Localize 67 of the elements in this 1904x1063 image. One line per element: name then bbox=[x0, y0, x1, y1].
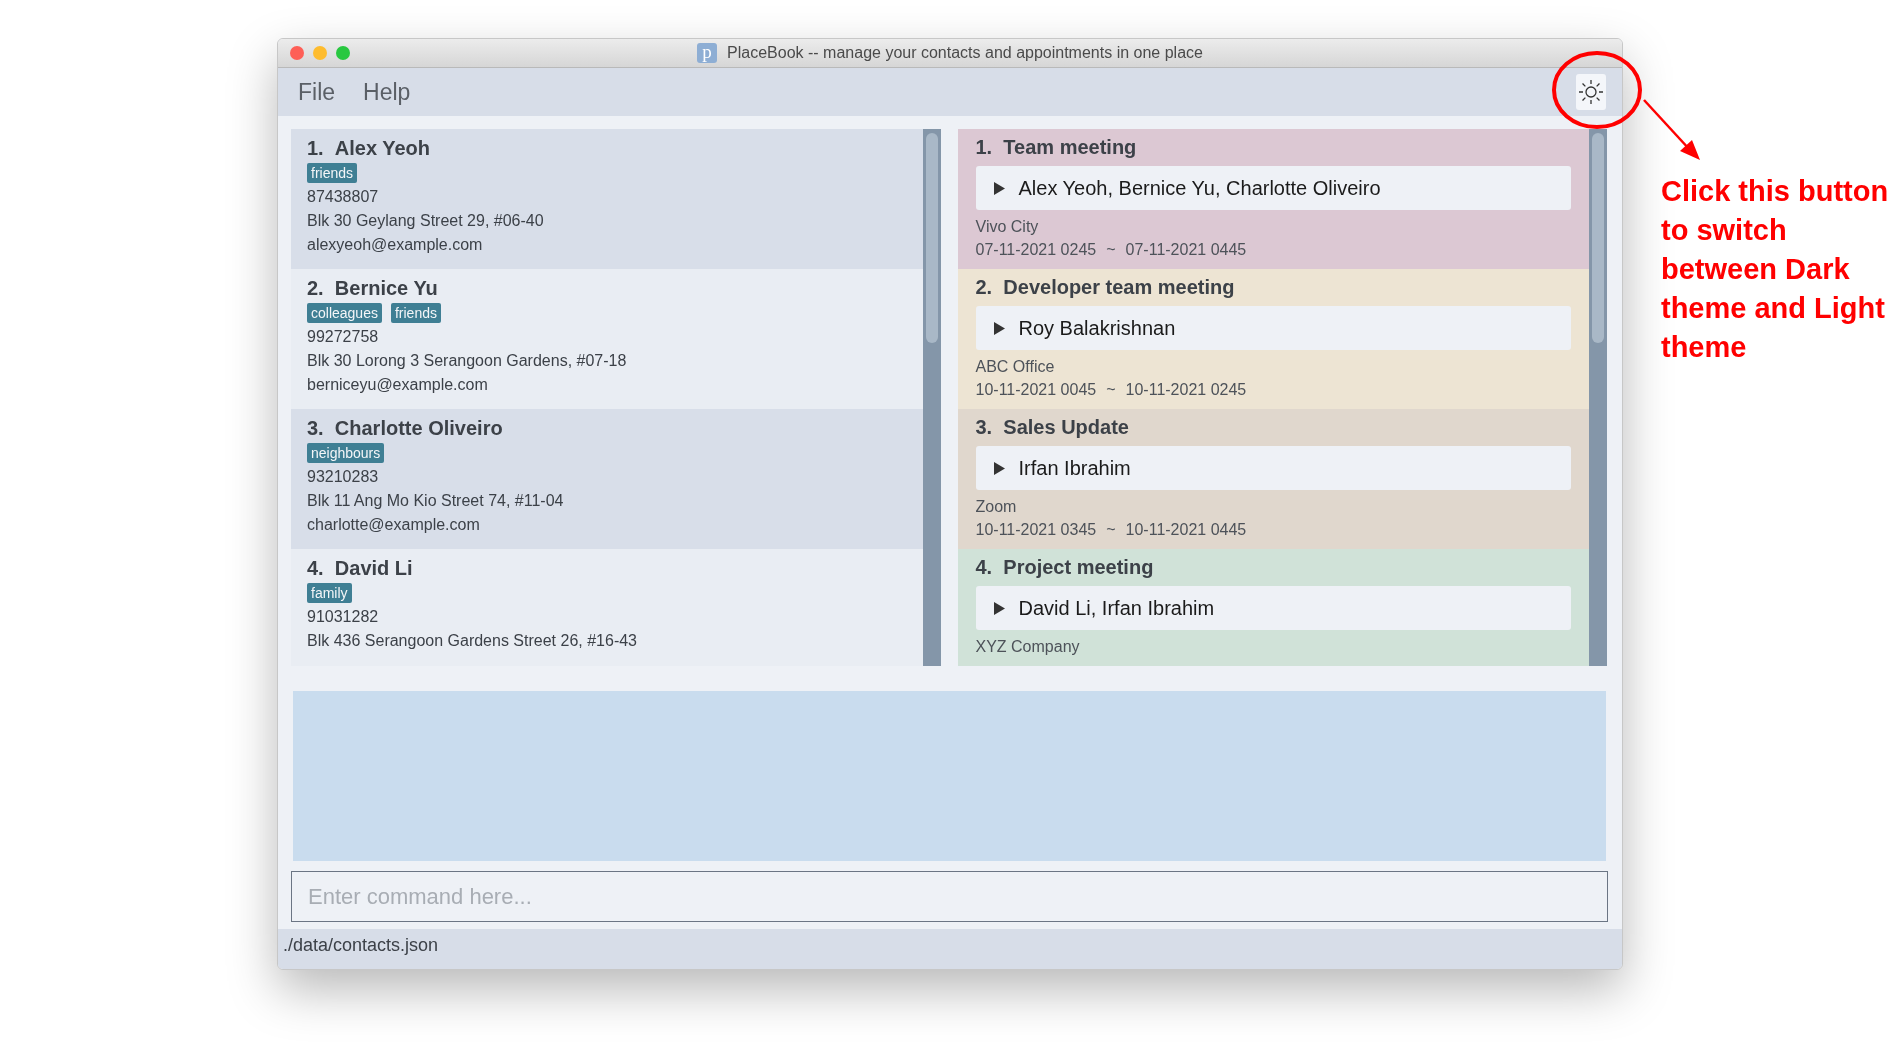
minimize-icon[interactable] bbox=[313, 46, 327, 60]
tag: neighbours bbox=[307, 443, 385, 463]
contact-name: 1. Alex Yeoh bbox=[307, 137, 431, 160]
contact-card[interactable]: 3. Charlotte Oliveiro neighbours 93210283 Blk 11 Ang Mo Kio Street 74, #11-04 charlotte@example.com bbox=[291, 409, 923, 549]
close-icon[interactable] bbox=[290, 46, 304, 60]
contact-card[interactable]: 4. David Li family 91031282 Blk 436 Serangoon Gardens Street 26, #16-43 bbox=[291, 549, 923, 666]
scrollbar[interactable] bbox=[1589, 129, 1607, 666]
participants-toggle[interactable]: David Li, Irfan Ibrahim bbox=[975, 586, 1571, 630]
caret-icon bbox=[993, 601, 1005, 615]
caret-icon bbox=[993, 321, 1005, 335]
maximize-icon[interactable] bbox=[336, 46, 350, 60]
end-time: 07-11-2021 0445 bbox=[1125, 240, 1247, 260]
menu-item[interactable]: File bbox=[298, 78, 336, 106]
tag: friends bbox=[390, 303, 441, 323]
appointment-title: 4. Project meeting bbox=[975, 556, 1154, 579]
contact-phone: 87438807 bbox=[307, 187, 379, 207]
participants-toggle[interactable]: Irfan Ibrahim bbox=[975, 446, 1571, 490]
end-time: 10-11-2021 0245 bbox=[1125, 380, 1247, 400]
participants-toggle[interactable]: Alex Yeoh, Bernice Yu, Charlotte Oliveiro bbox=[975, 166, 1571, 210]
app-icon: p bbox=[697, 43, 718, 63]
contact-address: Blk 30 Lorong 3 Serangoon Gardens, #07-18 bbox=[307, 351, 627, 371]
appointment-card[interactable]: 4. Project meeting David Li, Irfan Ibrahim XYZ Company bbox=[957, 549, 1589, 666]
contact-name: 2. Bernice Yu bbox=[307, 277, 438, 300]
appointment-location: Zoom bbox=[975, 497, 1017, 517]
sun-icon bbox=[1578, 79, 1604, 105]
appointment-title: 3. Sales Update bbox=[975, 416, 1129, 439]
contact-phone: 99272758 bbox=[307, 327, 379, 347]
contact-card[interactable]: 1. Alex Yeoh friends 87438807 Blk 30 Geylang Street 29, #06-40 alexyeoh@example.com bbox=[291, 129, 923, 269]
appointment-location: ABC Office bbox=[975, 357, 1055, 377]
contact-phone: 93210283 bbox=[307, 467, 379, 487]
appointment-card[interactable]: 1. Team meeting Alex Yeoh, Bernice Yu, Charlotte Oliveiro Vivo City 07-11-2021 0245 ~ 07-11-2021 0445 bbox=[957, 129, 1589, 269]
start-time: 10-11-2021 0345 bbox=[975, 520, 1097, 540]
contact-address: Blk 436 Serangoon Gardens Street 26, #16-43 bbox=[307, 631, 637, 651]
separator: ~ bbox=[1106, 240, 1116, 260]
contact-card[interactable]: 2. Bernice Yu colleagues friends 99272758 Blk 30 Lorong 3 Serangoon Gardens, #07-18 berniceyu@example.com bbox=[291, 269, 923, 409]
arrow bbox=[1643, 99, 1700, 160]
status-bar: ./data/contacts.json bbox=[278, 929, 1622, 969]
tag: friends bbox=[307, 163, 358, 183]
participants-toggle[interactable]: Roy Balakrishnan bbox=[975, 306, 1571, 350]
caret-icon bbox=[993, 461, 1005, 475]
start-time: 10-11-2021 0045 bbox=[975, 380, 1097, 400]
appointment-title: 2. Developer team meeting bbox=[975, 276, 1235, 299]
contact-email: charlotte@example.com bbox=[307, 515, 480, 535]
contact-address: Blk 11 Ang Mo Kio Street 74, #11-04 bbox=[307, 491, 564, 511]
contact-name: 4. David Li bbox=[307, 557, 413, 580]
annotation-text: Click this button to switch between Dark theme and Light theme bbox=[1661, 174, 1890, 365]
window-title: PlaceBook -- manage your contacts and appointments in one place bbox=[727, 44, 1203, 62]
menu-item[interactable]: Help bbox=[363, 78, 411, 106]
start-time: 07-11-2021 0245 bbox=[975, 240, 1097, 260]
contact-address: Blk 30 Geylang Street 29, #06-40 bbox=[307, 211, 544, 231]
end-time: 10-11-2021 0445 bbox=[1125, 520, 1247, 540]
command-field[interactable]: Enter command here... bbox=[291, 871, 1608, 922]
contact-phone: 91031282 bbox=[307, 607, 379, 627]
separator: ~ bbox=[1106, 520, 1116, 540]
contact-email: berniceyu@example.com bbox=[307, 375, 488, 395]
tag: family bbox=[307, 583, 352, 603]
appointment-title: 1. Team meeting bbox=[975, 136, 1137, 159]
appointment-location: XYZ Company bbox=[975, 637, 1080, 657]
caret-icon bbox=[993, 181, 1005, 195]
separator: ~ bbox=[1106, 380, 1116, 400]
appointment-card[interactable]: 3. Sales Update Irfan Ibrahim Zoom 10-11-2021 0345 ~ 10-11-2021 0445 bbox=[957, 409, 1589, 549]
tag: colleagues bbox=[307, 303, 382, 323]
contact-email: alexyeoh@example.com bbox=[307, 235, 483, 255]
appointment-card[interactable]: 2. Developer team meeting Roy Balakrishnan ABC Office 10-11-2021 0045 ~ 10-11-2021 0245 bbox=[957, 269, 1589, 409]
theme-toggle-button[interactable] bbox=[1576, 74, 1606, 110]
appointment-location: Vivo City bbox=[975, 217, 1039, 237]
contact-name: 3. Charlotte Oliveiro bbox=[307, 417, 503, 440]
